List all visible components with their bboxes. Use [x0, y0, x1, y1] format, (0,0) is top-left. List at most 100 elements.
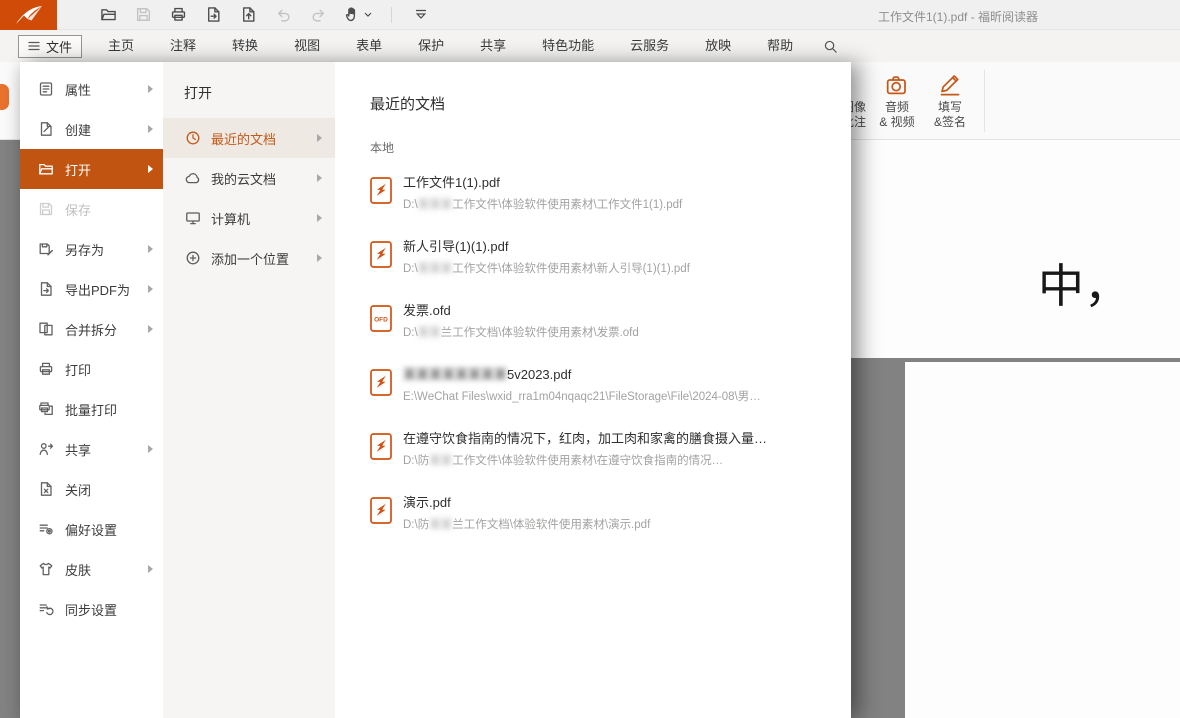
- chevron-right-icon: [148, 325, 153, 333]
- properties-icon: [37, 81, 54, 98]
- recent-file-row[interactable]: 工作文件1(1).pdf D:\某某某工作文件\体验软件使用素材\工作文件1(1…: [370, 175, 851, 239]
- ribbon-button-label: & 视频: [879, 115, 914, 130]
- tab-help[interactable]: 帮助: [749, 30, 811, 62]
- file-menu-item-save-as[interactable]: 另存为: [20, 229, 163, 269]
- ribbon-button-label: 填写: [938, 100, 962, 115]
- ribbon-button-label: 音频: [885, 100, 909, 115]
- open-item-cloud-documents[interactable]: 我的云文档: [163, 158, 335, 198]
- file-menu-item-share[interactable]: 共享: [20, 429, 163, 469]
- search-button[interactable]: [811, 39, 850, 54]
- qat-customize-button[interactable]: [411, 5, 430, 24]
- qat-print-button[interactable]: [169, 5, 188, 24]
- recent-file-row[interactable]: 新人引导(1)(1).pdf D:\某某某工作文件\体验软件使用素材\新人引导(…: [370, 239, 851, 303]
- qat-undo-button[interactable]: [274, 5, 293, 24]
- file-meta: 在遵守饮食指南的情况下，红肉，加工肉和家禽的膳食摄入量… D:\防某某工作文件\…: [403, 431, 767, 468]
- file-menu-button[interactable]: 文件: [18, 35, 82, 58]
- file-path: E:\WeChat Files\wxid_rra1m04nqaqc21\File…: [403, 388, 761, 404]
- qat-create-pdf-button[interactable]: [239, 5, 258, 24]
- file-menu-item-merge-split[interactable]: 合并拆分: [20, 309, 163, 349]
- file-menu-item-save[interactable]: 保存: [20, 189, 163, 229]
- ribbon-group-separator: [984, 70, 985, 132]
- fill-sign-button[interactable]: 填写 &签名: [922, 70, 978, 130]
- batch-print-icon: [37, 401, 54, 418]
- tab-protect[interactable]: 保护: [400, 30, 462, 62]
- monitor-icon: [184, 210, 201, 227]
- menu-item-label: 属性: [65, 80, 91, 99]
- tab-present[interactable]: 放映: [687, 30, 749, 62]
- file-menu-item-batch-print[interactable]: 批量打印: [20, 389, 163, 429]
- file-path: D:\防某某兰工作文档\体验软件使用素材\演示.pdf: [403, 516, 650, 532]
- file-menu-item-create[interactable]: 创建: [20, 109, 163, 149]
- tab-comment[interactable]: 注释: [152, 30, 214, 62]
- menubar: 文件 主页 注释 转换 视图 表单 保护 共享 特色功能 云服务 放映 帮助: [0, 30, 1180, 62]
- folder-open-icon: [100, 6, 117, 23]
- qat-hand-tool-button[interactable]: [344, 6, 372, 23]
- tab-features[interactable]: 特色功能: [524, 30, 612, 62]
- chevron-right-icon: [148, 565, 153, 573]
- qat-export-pdf-button[interactable]: [204, 5, 223, 24]
- save-as-icon: [37, 241, 54, 258]
- file-meta: 发票.ofd D:\某某兰工作文档\体验软件使用素材\发票.ofd: [403, 303, 639, 340]
- cloud-icon: [184, 170, 201, 187]
- open-submenu: 打开 最近的文档 我的云文档 计算机: [163, 62, 335, 718]
- file-name: 工作文件1(1).pdf: [403, 175, 682, 191]
- tab-share[interactable]: 共享: [462, 30, 524, 62]
- open-item-add-place[interactable]: 添加一个位置: [163, 238, 335, 278]
- create-icon: [37, 121, 54, 138]
- file-menu-item-export-pdf[interactable]: 导出PDF为: [20, 269, 163, 309]
- recent-file-row[interactable]: 某某某某某某某某5v2023.pdf E:\WeChat Files\wxid_…: [370, 367, 851, 431]
- tab-cloud[interactable]: 云服务: [612, 30, 687, 62]
- file-menu-item-close[interactable]: 关闭: [20, 469, 163, 509]
- window-title: 工作文件1(1).pdf - 福昕阅读器: [878, 8, 1038, 25]
- foxit-logo[interactable]: [0, 0, 57, 30]
- recent-file-row[interactable]: 演示.pdf D:\防某某兰工作文档\体验软件使用素材\演示.pdf: [370, 495, 851, 559]
- qat-redo-button[interactable]: [309, 5, 328, 24]
- share-icon: [37, 441, 54, 458]
- camera-icon: [885, 70, 909, 98]
- recent-file-row[interactable]: 在遵守饮食指南的情况下，红肉，加工肉和家禽的膳食摄入量… D:\防某某工作文件\…: [370, 431, 851, 495]
- recent-documents-panel: 最近的文档 本地 工作文件1(1).pdf D:\某某某工作文件\体验软件使用素…: [335, 62, 851, 718]
- export-pdf-icon: [37, 281, 54, 298]
- menu-item-label: 创建: [65, 120, 91, 139]
- tab-form[interactable]: 表单: [338, 30, 400, 62]
- file-menu-item-open[interactable]: 打开: [20, 149, 163, 189]
- file-meta: 新人引导(1)(1).pdf D:\某某某工作文件\体验软件使用素材\新人引导(…: [403, 239, 690, 276]
- file-menu-item-preferences[interactable]: 偏好设置: [20, 509, 163, 549]
- file-name: 在遵守饮食指南的情况下，红肉，加工肉和家禽的膳食摄入量…: [403, 431, 767, 447]
- open-icon: [37, 161, 54, 178]
- file-menu-item-sync-settings[interactable]: 同步设置: [20, 589, 163, 629]
- ribbon-button-label: &签名: [934, 115, 966, 130]
- clock-icon: [184, 130, 201, 147]
- qat-save-button[interactable]: [134, 5, 153, 24]
- file-menu-item-print[interactable]: 打印: [20, 349, 163, 389]
- file-meta: 工作文件1(1).pdf D:\某某某工作文件\体验软件使用素材\工作文件1(1…: [403, 175, 682, 212]
- tab-view[interactable]: 视图: [276, 30, 338, 62]
- recent-documents-title: 最近的文档: [370, 93, 851, 114]
- audio-video-button[interactable]: 音频 & 视频: [869, 70, 925, 130]
- pdf-file-icon: [370, 369, 392, 401]
- chevron-down-icon: [364, 12, 372, 17]
- file-meta: 某某某某某某某某5v2023.pdf E:\WeChat Files\wxid_…: [403, 367, 761, 404]
- file-menu-item-skin[interactable]: 皮肤: [20, 549, 163, 589]
- hamburger-icon: [28, 41, 40, 51]
- open-item-computer[interactable]: 计算机: [163, 198, 335, 238]
- file-name: 新人引导(1)(1).pdf: [403, 239, 690, 255]
- file-name: 发票.ofd: [403, 303, 639, 319]
- file-name: 演示.pdf: [403, 495, 650, 511]
- menu-item-label: 偏好设置: [65, 520, 117, 539]
- open-submenu-title: 打开: [163, 83, 335, 103]
- tab-home[interactable]: 主页: [90, 30, 152, 62]
- document-page: [905, 362, 1180, 718]
- file-menu-button-label: 文件: [46, 37, 72, 56]
- recent-group-label: 本地: [370, 139, 851, 156]
- qat-open-button[interactable]: [99, 5, 118, 24]
- file-menu-item-properties[interactable]: 属性: [20, 69, 163, 109]
- open-item-recent-documents[interactable]: 最近的文档: [163, 118, 335, 158]
- tab-convert[interactable]: 转换: [214, 30, 276, 62]
- undo-icon: [275, 6, 292, 23]
- menu-item-label: 关闭: [65, 480, 91, 499]
- skin-icon: [37, 561, 54, 578]
- ofd-file-icon: OFD: [370, 305, 392, 337]
- file-meta: 演示.pdf D:\防某某兰工作文档\体验软件使用素材\演示.pdf: [403, 495, 650, 532]
- recent-file-row[interactable]: OFD 发票.ofd D:\某某兰工作文档\体验软件使用素材\发票.ofd: [370, 303, 851, 367]
